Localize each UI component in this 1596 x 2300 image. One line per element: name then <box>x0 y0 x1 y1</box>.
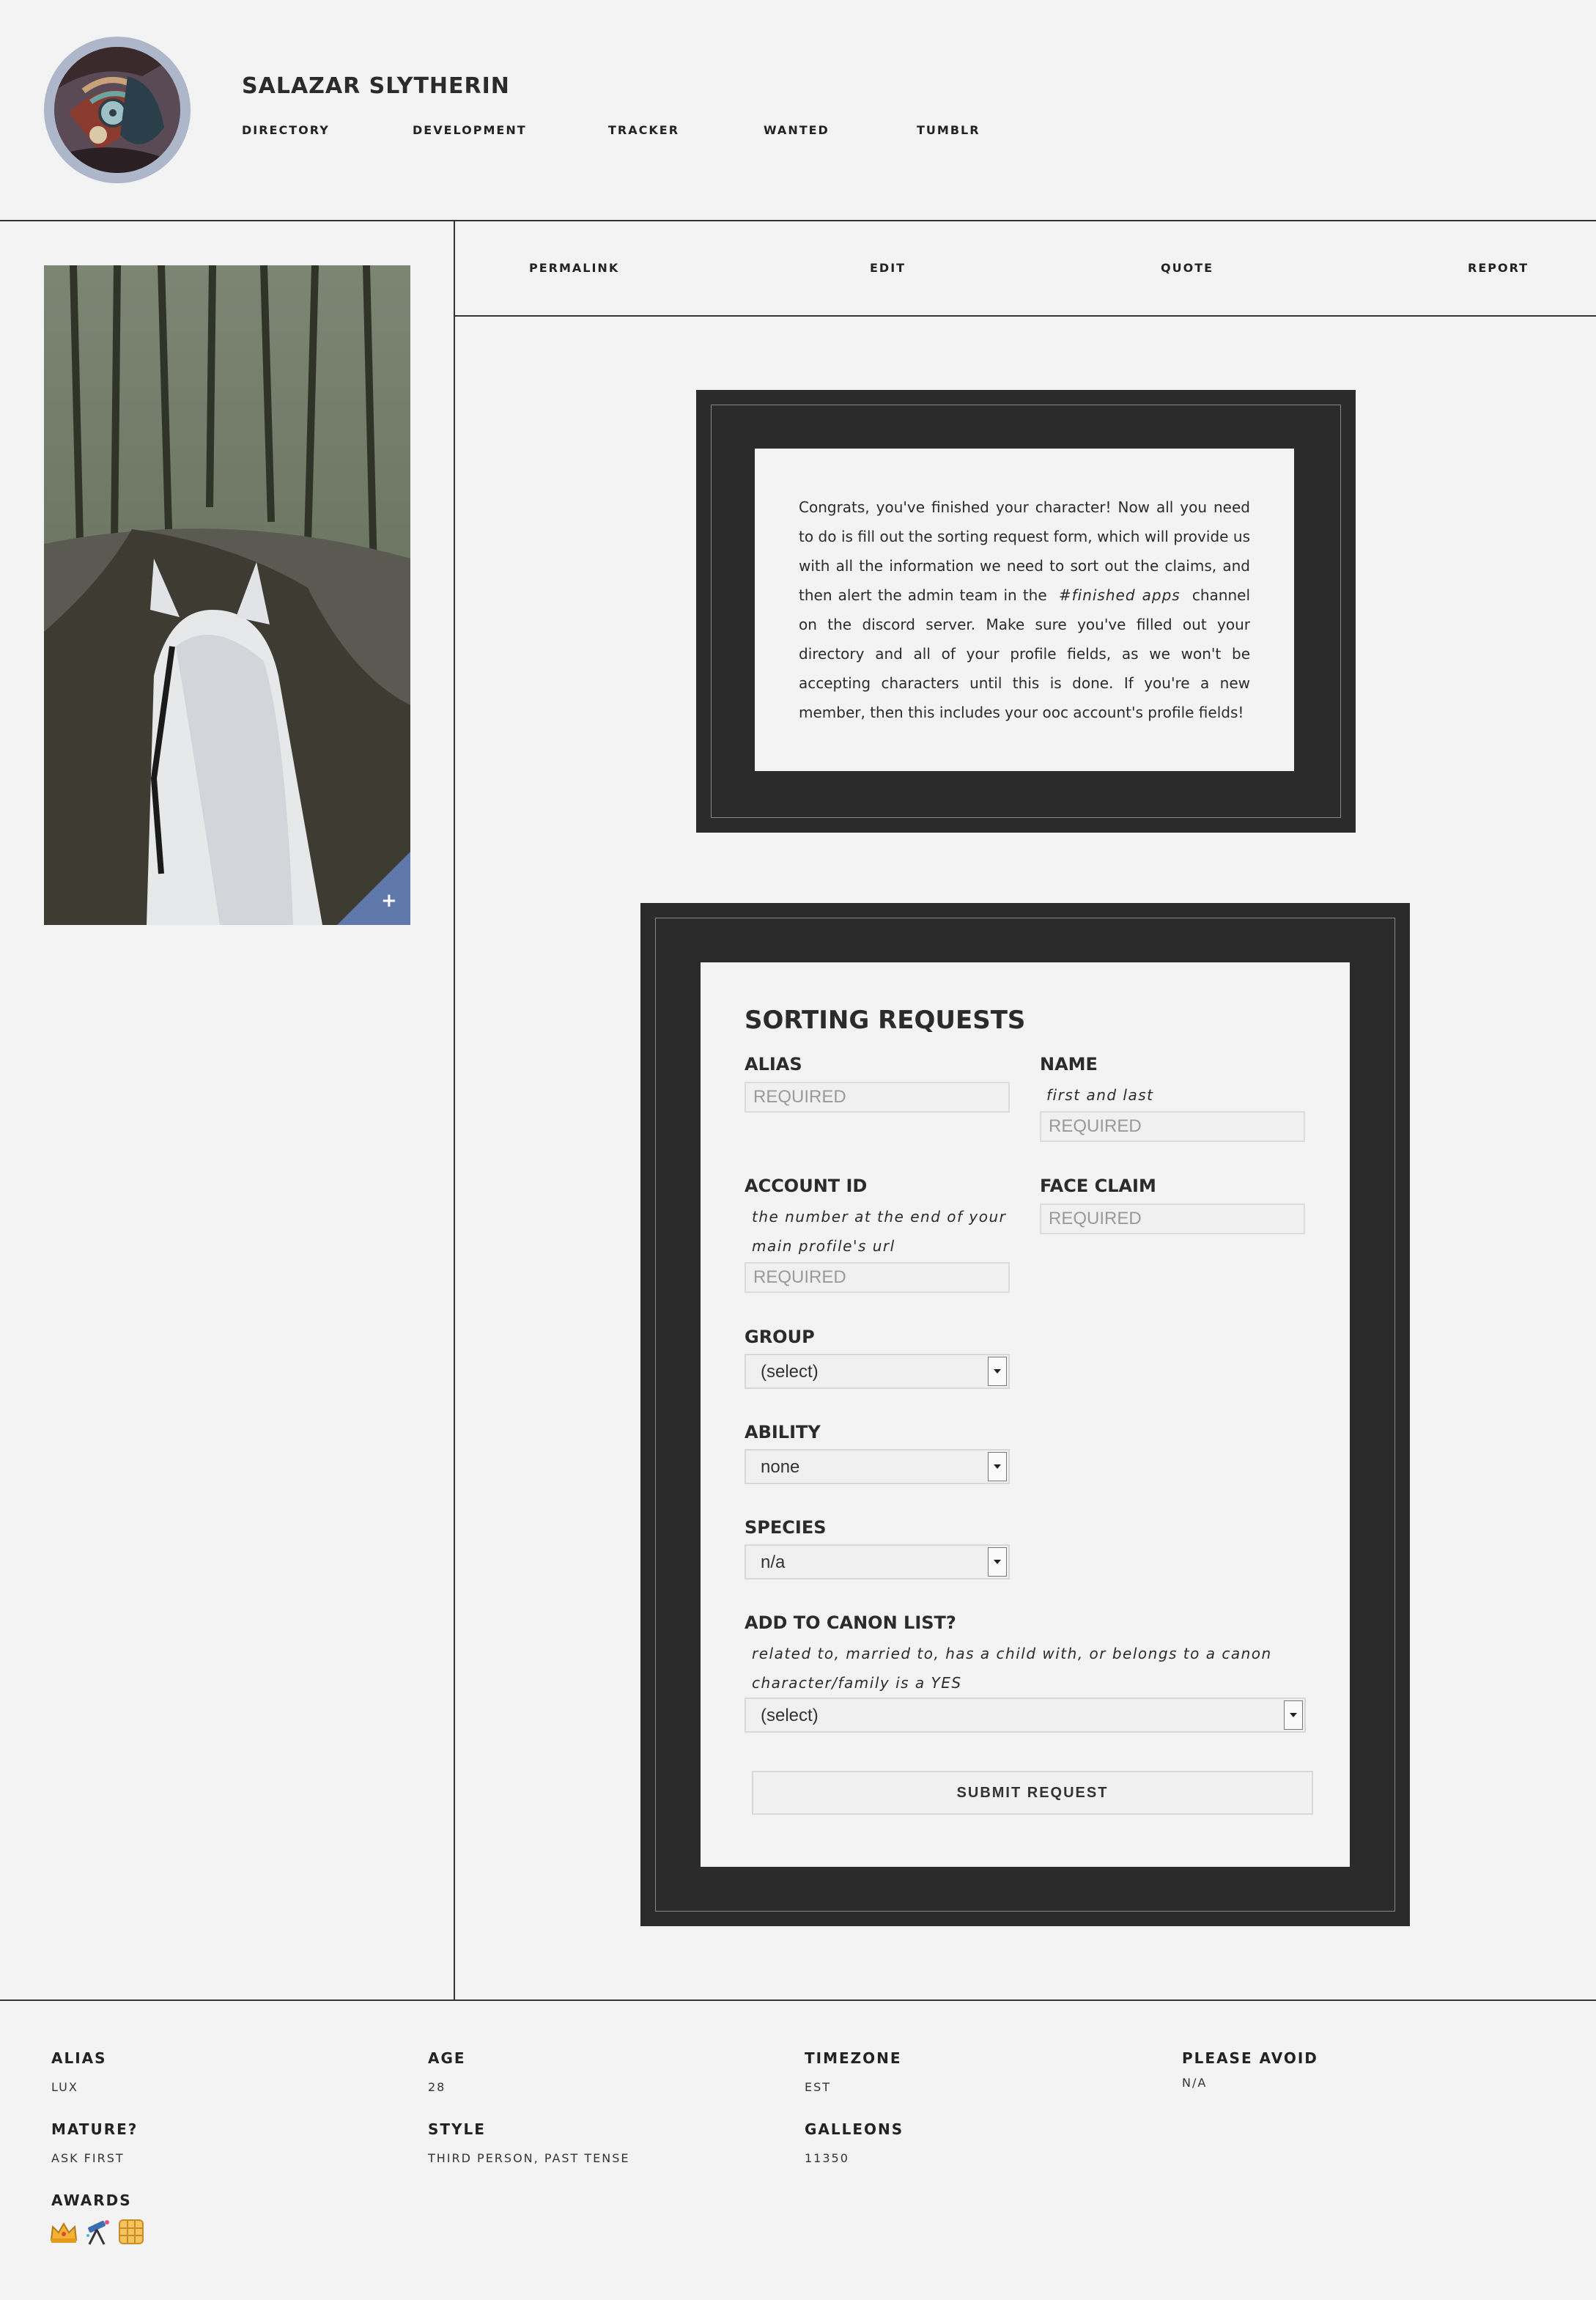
account-id-hint-line1: the number at the end of your <box>752 1208 1007 1225</box>
group-select[interactable]: (select) <box>745 1354 1010 1389</box>
ability-select[interactable]: none <box>745 1449 1010 1484</box>
footer-awards-label: AWARDS <box>51 2192 132 2209</box>
chevron-down-icon[interactable] <box>988 1357 1007 1386</box>
character-photo <box>44 265 410 925</box>
footer-timezone-value: EST <box>805 2080 832 2094</box>
nav-tracker[interactable]: TRACKER <box>608 123 679 137</box>
column-divider <box>454 220 455 2001</box>
footer-please-avoid-label: PLEASE AVOID <box>1182 2049 1318 2067</box>
footer-please-avoid-value: N/A <box>1182 2076 1208 2090</box>
ability-select-value: none <box>761 1457 800 1477</box>
footer-age-label: AGE <box>428 2049 466 2067</box>
notice-text: Congrats, you've finished your character… <box>799 498 1251 721</box>
crown-award-icon[interactable] <box>50 2218 78 2246</box>
footer-alias-value: LUX <box>51 2080 78 2094</box>
discord-channel-tag: #finished apps <box>1058 586 1181 604</box>
chevron-down-icon[interactable] <box>1284 1700 1303 1730</box>
footer-galleons-label: GALLEONS <box>805 2120 904 2138</box>
footer-divider <box>0 1999 1596 2001</box>
account-id-hint-line2: main profile's url <box>752 1237 895 1255</box>
telescope-award-icon[interactable] <box>84 2218 111 2246</box>
footer-age-value: 28 <box>428 2080 446 2094</box>
species-label: SPECIES <box>745 1517 827 1538</box>
nav-wanted[interactable]: WANTED <box>764 123 830 137</box>
canon-list-select[interactable]: (select) <box>745 1698 1306 1733</box>
footer-timezone-label: TIMEZONE <box>805 2049 902 2067</box>
form-heading: SORTING REQUESTS <box>745 1006 1026 1035</box>
face-claim-input[interactable] <box>1040 1204 1305 1234</box>
name-label: NAME <box>1040 1054 1098 1075</box>
canon-list-hint-line1: related to, married to, has a child with… <box>752 1645 1272 1662</box>
group-select-value: (select) <box>761 1362 819 1382</box>
edit-link[interactable]: EDIT <box>870 261 906 275</box>
canon-list-select-value: (select) <box>761 1706 819 1725</box>
page-title: SALAZAR SLYTHERIN <box>242 73 510 99</box>
header-divider <box>0 220 1596 221</box>
footer-galleons-value: 11350 <box>805 2151 849 2165</box>
species-select[interactable]: n/a <box>745 1544 1010 1580</box>
account-id-input[interactable] <box>745 1262 1010 1293</box>
expand-corner[interactable] <box>337 852 410 925</box>
face-claim-label: FACE CLAIM <box>1040 1176 1156 1196</box>
footer-style-label: STYLE <box>428 2120 486 2138</box>
alias-input[interactable] <box>745 1082 1010 1113</box>
account-id-label: ACCOUNT ID <box>745 1176 868 1196</box>
footer-alias-label: ALIAS <box>51 2049 107 2067</box>
name-input[interactable] <box>1040 1111 1305 1142</box>
canon-list-hint-line2: character/family is a YES <box>752 1674 962 1692</box>
footer-mature-value: ASK FIRST <box>51 2151 125 2165</box>
quote-link[interactable]: QUOTE <box>1161 261 1213 275</box>
permalink-link[interactable]: PERMALINK <box>529 261 619 275</box>
alias-label: ALIAS <box>745 1054 802 1075</box>
chevron-down-icon[interactable] <box>988 1452 1007 1481</box>
nav-tumblr[interactable]: TUMBLR <box>917 123 980 137</box>
species-select-value: n/a <box>761 1552 786 1572</box>
nav-directory[interactable]: DIRECTORY <box>242 123 330 137</box>
name-hint: first and last <box>1046 1086 1154 1104</box>
submit-request-button[interactable]: SUBMIT REQUEST <box>752 1771 1313 1815</box>
canon-list-label: ADD TO CANON LIST? <box>745 1612 956 1633</box>
nav-development[interactable]: DEVELOPMENT <box>413 123 527 137</box>
avatar-image <box>54 47 180 173</box>
avatar[interactable] <box>54 47 180 173</box>
report-link[interactable]: REPORT <box>1468 261 1529 275</box>
group-label: GROUP <box>745 1327 815 1347</box>
ability-label: ABILITY <box>745 1422 821 1442</box>
waffle-award-icon[interactable] <box>117 2218 145 2246</box>
action-bar-divider <box>454 315 1596 317</box>
plus-icon[interactable]: + <box>381 890 397 912</box>
footer-mature-label: MATURE? <box>51 2120 138 2138</box>
chevron-down-icon[interactable] <box>988 1547 1007 1577</box>
footer-style-value: THIRD PERSON, PAST TENSE <box>428 2151 630 2165</box>
